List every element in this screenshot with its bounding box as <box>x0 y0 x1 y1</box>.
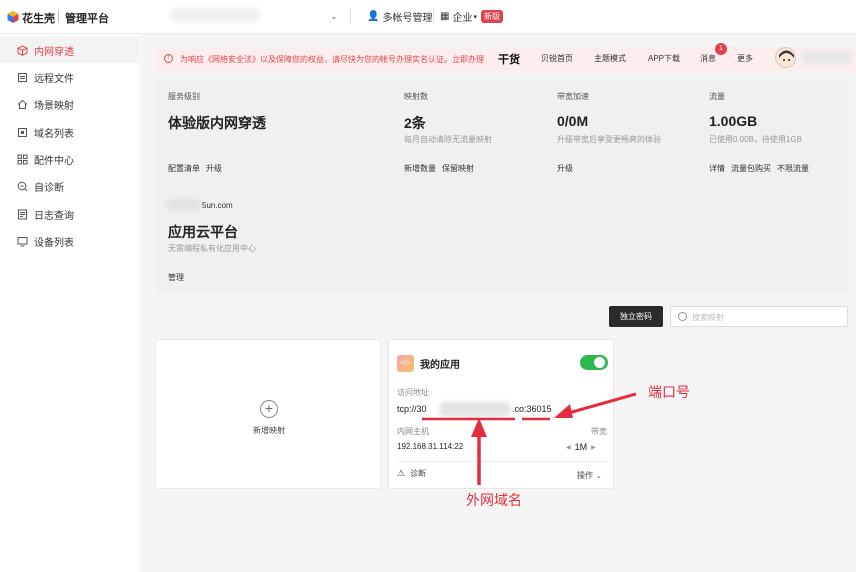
annotation-arrows <box>422 392 637 485</box>
port-annotation: 端口号 <box>648 384 690 400</box>
arrow-port-head <box>554 404 573 418</box>
domain-annotation: 外网域名 <box>466 492 522 508</box>
arrow-port <box>564 392 637 416</box>
arrow-domain-head <box>471 418 487 437</box>
